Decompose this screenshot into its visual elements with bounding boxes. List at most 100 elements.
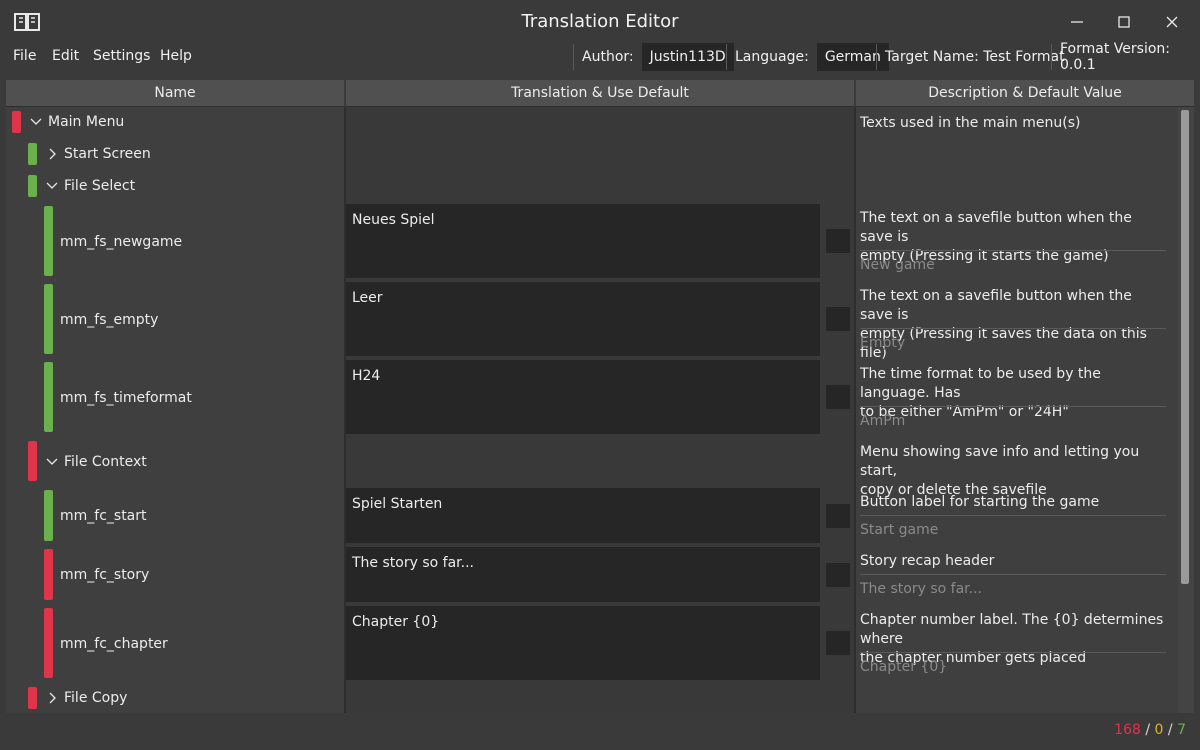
translation-input[interactable]: Leer — [346, 282, 820, 356]
status-indicator — [44, 490, 53, 541]
entry-key: mm_fs_timeformat — [60, 390, 192, 406]
entry-description: The time format to be used by the langua… — [860, 365, 1166, 422]
entry-description: Button label for starting the game — [860, 494, 1100, 510]
untranslated-count: 168 — [1114, 722, 1141, 738]
menu-separator — [573, 44, 574, 70]
entry-key: mm_fs_newgame — [60, 234, 183, 250]
use-default-checkbox[interactable] — [826, 229, 850, 253]
status-indicator — [44, 608, 53, 678]
translation-text: H24 — [352, 368, 381, 384]
language-field: Language: German — [735, 42, 889, 72]
status-indicator — [28, 175, 37, 197]
language-label: Language: — [735, 49, 809, 65]
chevron-right-icon[interactable] — [45, 147, 59, 161]
status-indicator — [44, 206, 53, 276]
menu-help[interactable]: Help — [160, 48, 192, 64]
author-input[interactable]: Justin113D — [641, 43, 734, 71]
entry-key: mm_fc_start — [60, 508, 147, 524]
menu-settings[interactable]: Settings — [93, 48, 150, 64]
use-default-checkbox[interactable] — [826, 504, 850, 528]
divider — [860, 250, 1166, 251]
entry-key: mm_fs_empty — [60, 312, 159, 328]
description-line: The time format to be used by the langua… — [860, 366, 1101, 401]
use-default-checkbox[interactable] — [826, 631, 850, 655]
translation-text: The story so far... — [352, 555, 474, 571]
description-line: The text on a savefile button when the s… — [860, 288, 1132, 323]
tree-node-label: Start Screen — [64, 146, 151, 162]
use-default-checkbox[interactable] — [826, 385, 850, 409]
translation-input[interactable]: Neues Spiel — [346, 204, 820, 278]
count-separator: / — [1163, 722, 1178, 738]
use-default-checkbox[interactable] — [826, 563, 850, 587]
description-line: The text on a savefile button when the s… — [860, 210, 1132, 245]
menu-bar: File Edit Settings Help Author: Justin11… — [0, 41, 1200, 73]
translation-input[interactable]: H24 — [346, 360, 820, 434]
tree-node-label: File Select — [64, 178, 136, 194]
chevron-down-icon[interactable] — [45, 179, 59, 193]
status-indicator — [28, 143, 37, 165]
use-default-checkbox[interactable] — [826, 307, 850, 331]
menu-separator — [726, 44, 727, 70]
translation-input[interactable]: The story so far... — [346, 547, 820, 602]
divider — [860, 515, 1166, 516]
close-button[interactable] — [1157, 8, 1187, 36]
status-indicator — [44, 549, 53, 600]
column-header-translation[interactable]: Translation & Use Default — [346, 80, 854, 107]
tree-node-label: File Copy — [64, 690, 128, 706]
translation-text: Chapter {0} — [352, 614, 440, 630]
target-name: Target Name: Test Format — [885, 49, 1065, 65]
author-label: Author: — [582, 49, 634, 65]
default-value: New game — [860, 257, 935, 273]
menu-separator — [1051, 44, 1052, 70]
language-input[interactable]: German — [816, 43, 889, 71]
entry-description: The text on a savefile button when the s… — [860, 287, 1166, 363]
menu-separator — [876, 44, 877, 70]
format-version: Format Version: 0.0.1 — [1060, 41, 1170, 73]
menu-edit[interactable]: Edit — [52, 48, 79, 64]
window-title: Translation Editor — [521, 11, 679, 32]
minimize-button[interactable] — [1062, 8, 1092, 36]
default-value: AmPm — [860, 413, 906, 429]
tree-node-label: File Context — [64, 454, 147, 470]
translation-text: Leer — [352, 290, 383, 306]
divider — [860, 652, 1166, 653]
vertical-scrollbar[interactable] — [1181, 110, 1189, 584]
entry-key: mm_fc_story — [60, 567, 150, 583]
entry-key: mm_fc_chapter — [60, 636, 168, 652]
status-indicator — [44, 362, 53, 432]
translated-count: 7 — [1177, 722, 1186, 738]
category-description: Texts used in the main menu(s) — [860, 115, 1081, 131]
maximize-icon — [1118, 16, 1130, 28]
entry-description: Story recap header — [860, 553, 995, 569]
status-indicator — [44, 284, 53, 354]
category-description: Menu showing save info and letting you s… — [860, 443, 1166, 500]
author-field: Author: Justin113D — [582, 42, 734, 72]
translation-text: Spiel Starten — [352, 496, 443, 512]
column-header-description[interactable]: Description & Default Value — [856, 80, 1194, 107]
status-indicator — [28, 687, 37, 709]
translation-input[interactable]: Spiel Starten — [346, 488, 820, 543]
default-value: Empty — [860, 335, 906, 351]
divider — [860, 406, 1166, 407]
chevron-down-icon[interactable] — [45, 455, 59, 469]
translation-text: Neues Spiel — [352, 212, 435, 228]
minimize-icon — [1071, 21, 1083, 23]
title-bar: Translation Editor — [0, 0, 1200, 44]
menu-file[interactable]: File — [13, 48, 36, 64]
close-icon — [1166, 16, 1178, 28]
chevron-right-icon[interactable] — [45, 691, 59, 705]
description-line: Menu showing save info and letting you s… — [860, 444, 1140, 479]
status-counts: 168 / 0 / 7 — [1114, 722, 1186, 738]
maximize-button[interactable] — [1109, 8, 1139, 36]
default-value: Chapter {0} — [860, 659, 948, 675]
count-separator: / — [1140, 722, 1155, 738]
default-value: Start game — [860, 522, 939, 538]
translation-input[interactable]: Chapter {0} — [346, 606, 820, 680]
divider — [860, 328, 1166, 329]
divider — [860, 574, 1166, 575]
chevron-down-icon[interactable] — [29, 115, 43, 129]
column-header-name[interactable]: Name — [6, 80, 344, 107]
default-value: The story so far... — [860, 581, 982, 597]
description-line: empty (Pressing it saves the data on thi… — [860, 326, 1147, 361]
description-line: Chapter number label. The {0} determines… — [860, 612, 1164, 647]
